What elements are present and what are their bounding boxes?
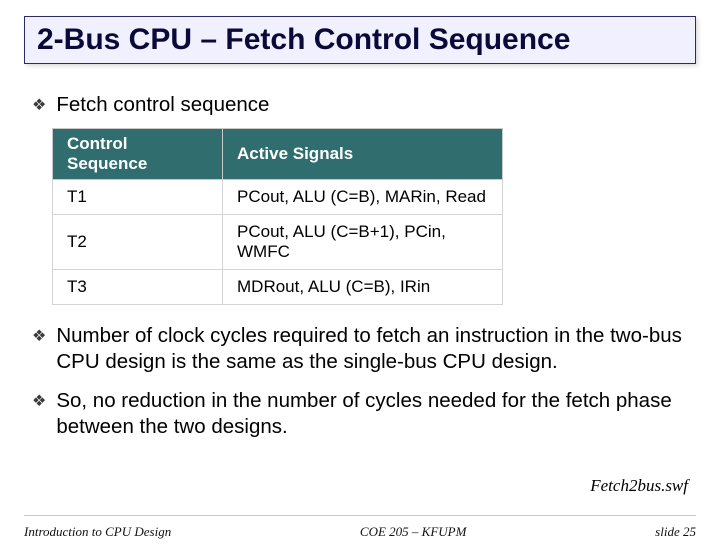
table-row: T2 PCout, ALU (C=B+1), PCin, WMFC: [53, 215, 503, 270]
table-header-row: Control Sequence Active Signals: [53, 129, 503, 180]
step-cell: T2: [53, 215, 223, 270]
table-header-cell: Control Sequence: [53, 129, 223, 180]
swf-filename-label: Fetch2bus.swf: [590, 476, 688, 496]
diamond-bullet-icon: ❖: [32, 327, 46, 347]
title-box: 2-Bus CPU – Fetch Control Sequence: [24, 16, 696, 64]
footer-center: COE 205 – KFUPM: [360, 524, 467, 540]
footer-left: Introduction to CPU Design: [24, 524, 171, 540]
bullet-text: Fetch control sequence: [56, 92, 688, 118]
table-header-cell: Active Signals: [223, 129, 503, 180]
content-area: ❖ Fetch control sequence Control Sequenc…: [0, 72, 720, 440]
footer: Introduction to CPU Design COE 205 – KFU…: [24, 524, 696, 540]
bullet-text: Number of clock cycles required to fetch…: [56, 323, 688, 375]
bullet-item: ❖ Number of clock cycles required to fet…: [32, 323, 688, 375]
signals-cell: MDRout, ALU (C=B), IRin: [223, 270, 503, 305]
diamond-bullet-icon: ❖: [32, 96, 46, 116]
signals-cell: PCout, ALU (C=B), MARin, Read: [223, 180, 503, 215]
signals-cell: PCout, ALU (C=B+1), PCin, WMFC: [223, 215, 503, 270]
footer-right: slide 25: [655, 524, 696, 540]
bullet-item: ❖ Fetch control sequence: [32, 92, 688, 118]
bullet-text: So, no reduction in the number of cycles…: [56, 388, 688, 440]
table-row: T1 PCout, ALU (C=B), MARin, Read: [53, 180, 503, 215]
page-title: 2-Bus CPU – Fetch Control Sequence: [37, 23, 683, 57]
diamond-bullet-icon: ❖: [32, 392, 46, 412]
control-sequence-table: Control Sequence Active Signals T1 PCout…: [52, 128, 503, 305]
table-row: T3 MDRout, ALU (C=B), IRin: [53, 270, 503, 305]
bullet-item: ❖ So, no reduction in the number of cycl…: [32, 388, 688, 440]
step-cell: T3: [53, 270, 223, 305]
step-cell: T1: [53, 180, 223, 215]
footer-divider: [24, 515, 696, 516]
